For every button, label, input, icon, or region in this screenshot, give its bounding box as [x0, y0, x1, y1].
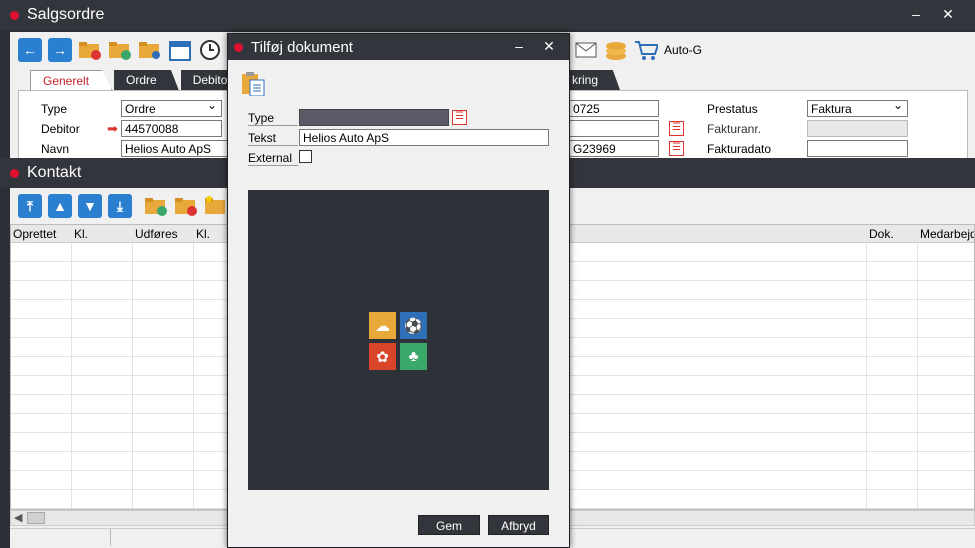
order-number-field[interactable]: 0725	[569, 100, 659, 117]
col-kl-2[interactable]: Kl.	[196, 227, 210, 241]
paw-icon: ✿	[369, 343, 396, 370]
reference-field[interactable]	[569, 120, 659, 137]
folder-add-icon[interactable]	[108, 38, 132, 62]
salgsordre-titlebar: Salgsordre – ✕	[0, 0, 975, 30]
list-icon[interactable]: ☰	[669, 141, 684, 156]
close-button[interactable]: ✕	[939, 6, 957, 23]
type-label: Type	[248, 111, 298, 126]
folder-delete-icon[interactable]	[78, 38, 102, 62]
paste-icon[interactable]	[240, 70, 266, 99]
window-status-dot	[234, 42, 243, 52]
fakturadato-field[interactable]	[807, 140, 908, 157]
fakturanr-field	[807, 120, 908, 137]
cart-icon[interactable]	[634, 38, 658, 62]
document-preview: ☁ ⚽ ✿ ♣	[248, 190, 549, 490]
prestatus-select[interactable]: Faktura	[807, 100, 908, 117]
list-icon[interactable]: ☰	[452, 110, 467, 125]
folder-add-icon[interactable]	[144, 194, 168, 218]
mail-icon[interactable]	[574, 38, 598, 62]
dialog-title: Tilføj dokument	[251, 38, 353, 56]
navn-field[interactable]: Helios Auto ApS	[121, 140, 231, 157]
tekst-field[interactable]: Helios Auto ApS	[299, 129, 549, 146]
coins-icon[interactable]	[604, 38, 628, 62]
col-oprettet[interactable]: Oprettet	[13, 227, 56, 241]
external-label: External	[248, 151, 298, 166]
minimize-button[interactable]: –	[510, 38, 528, 54]
move-down-icon[interactable]: ▼	[78, 194, 102, 218]
debitor-label: Debitor	[41, 122, 80, 136]
kontakt-title: Kontakt	[27, 164, 82, 181]
scroll-left-icon[interactable]: ◀	[14, 511, 22, 524]
status-divider	[110, 529, 111, 546]
tab-generelt[interactable]: Generelt	[30, 70, 113, 90]
cloud-icon: ☁	[369, 312, 396, 339]
col-udfores[interactable]: Udføres	[135, 227, 178, 241]
move-up-icon[interactable]: ▲	[48, 194, 72, 218]
external-checkbox[interactable]	[299, 150, 312, 163]
window-status-dot	[10, 168, 19, 178]
fakturanr-label: Fakturanr.	[707, 122, 762, 136]
ball-icon: ⚽	[400, 312, 427, 339]
back-arrow-icon[interactable]: ←	[18, 38, 42, 62]
debitor-field[interactable]: 44570088	[121, 120, 222, 137]
minimize-button[interactable]: –	[907, 6, 925, 22]
prestatus-label: Prestatus	[707, 102, 758, 116]
col-medarbejder[interactable]: Medarbejd	[920, 227, 974, 241]
navn-label: Navn	[41, 142, 70, 156]
fakturadato-label: Fakturadato	[707, 142, 772, 156]
col-kl-1[interactable]: Kl.	[74, 227, 88, 241]
window-status-dot	[10, 10, 19, 20]
debitor-arrow-icon[interactable]: ➡	[107, 121, 118, 137]
forward-arrow-icon[interactable]: →	[48, 38, 72, 62]
save-button[interactable]: Gem	[418, 515, 480, 535]
clover-icon: ♣	[400, 343, 427, 370]
phone-field[interactable]: G23969	[569, 140, 659, 157]
app-logo: ☁ ⚽ ✿ ♣	[369, 312, 427, 370]
folder-delete-icon[interactable]	[174, 194, 198, 218]
close-button[interactable]: ✕	[540, 38, 558, 55]
col-dok[interactable]: Dok.	[869, 227, 894, 241]
type-field[interactable]	[299, 109, 449, 126]
move-top-icon[interactable]: ⤒	[18, 194, 42, 218]
move-bottom-icon[interactable]: ⤓	[108, 194, 132, 218]
list-icon[interactable]: ☰	[669, 121, 684, 136]
scroll-thumb[interactable]	[27, 512, 45, 524]
salgsordre-title: Salgsordre	[27, 6, 105, 23]
calendar-icon[interactable]	[168, 38, 192, 62]
type-label: Type	[41, 102, 68, 116]
add-document-dialog: Tilføj dokument – ✕ Type ☰ Tekst Helios …	[227, 33, 570, 548]
clock-icon[interactable]	[198, 38, 222, 62]
type-select[interactable]: Ordre	[121, 100, 222, 117]
tekst-label: Tekst	[248, 131, 298, 146]
tab-ordre[interactable]: Ordre	[114, 70, 179, 90]
cancel-button[interactable]: Afbryd	[488, 515, 549, 535]
salgsordre-tabs: Generelt Ordre Debitor	[30, 70, 255, 90]
folder-share-icon[interactable]	[138, 38, 162, 62]
auto-g-button[interactable]: Auto-G	[664, 43, 702, 57]
dialog-titlebar: Tilføj dokument – ✕	[228, 34, 569, 60]
folder-new-icon[interactable]	[204, 194, 228, 218]
